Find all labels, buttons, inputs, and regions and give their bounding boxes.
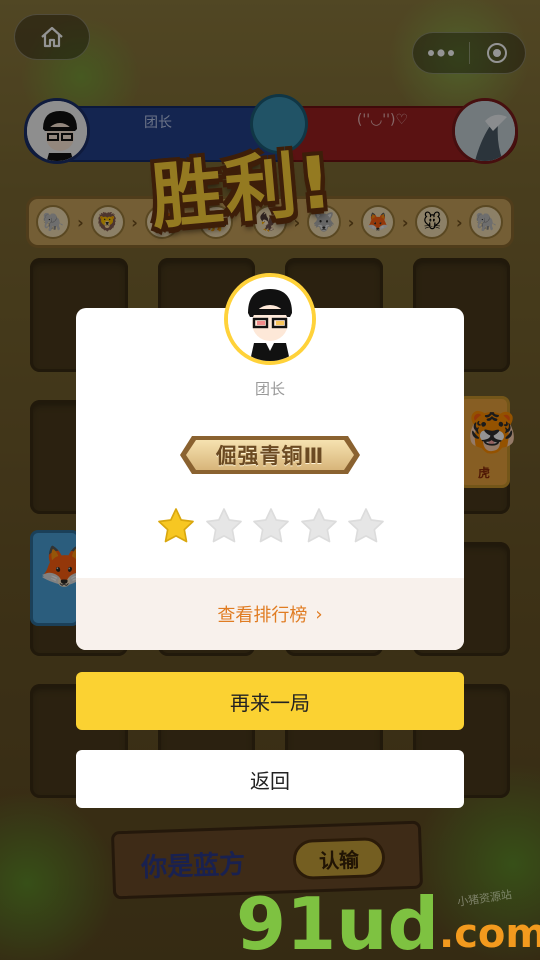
star-empty-icon: [300, 508, 337, 543]
leaderboard-label: 查看排行榜: [217, 605, 308, 626]
star-filled-icon: [158, 508, 194, 543]
chevron-right-icon: ›: [315, 603, 323, 625]
star-empty-icon: [205, 508, 242, 543]
star-empty-icon: [253, 508, 289, 543]
back-button[interactable]: 返回: [76, 750, 464, 808]
player-avatar: [224, 273, 316, 365]
watermark-main: 91ud: [236, 882, 439, 960]
rating-stars: [156, 506, 386, 550]
star-empty-icon: [348, 508, 384, 543]
rank-title: 倔强青铜Ⅲ: [215, 444, 325, 468]
watermark-suffix: .com: [439, 911, 540, 957]
leaderboard-link[interactable]: 查看排行榜 ›: [76, 578, 464, 650]
rank-badge: 倔强青铜Ⅲ: [180, 434, 360, 476]
play-again-button[interactable]: 再来一局: [76, 672, 464, 730]
player-name: 团长: [254, 380, 285, 398]
